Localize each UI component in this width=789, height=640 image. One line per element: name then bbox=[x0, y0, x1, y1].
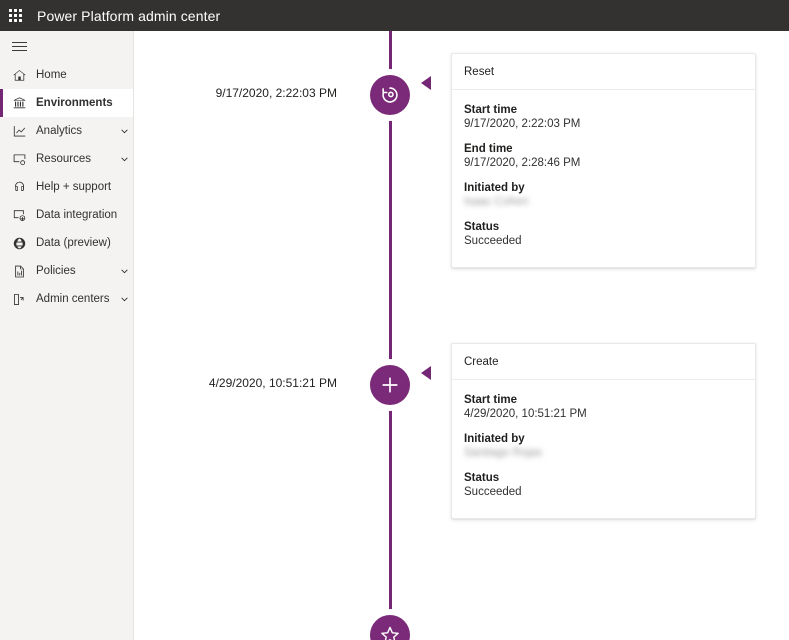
chevron-down-glyph bbox=[120, 127, 129, 136]
app-launcher-waffle-icon[interactable] bbox=[0, 0, 31, 31]
environments-icon bbox=[12, 95, 29, 111]
sidebar-item-data-preview[interactable]: Data (preview) bbox=[0, 229, 133, 257]
sidebar-item-help-support[interactable]: Help + support bbox=[0, 173, 133, 201]
timeline-panel: 9/17/2020, 2:22:03 PM Reset Start time 9/17… bbox=[135, 31, 789, 640]
card-field-label: Start time bbox=[464, 394, 518, 406]
sidebar-item-label: Data (preview) bbox=[36, 237, 111, 249]
card-title: Reset bbox=[452, 54, 755, 90]
card-field-label: End time bbox=[464, 143, 513, 155]
analytics-chart-icon bbox=[12, 123, 29, 139]
policies-document-icon bbox=[12, 263, 29, 279]
headset-help-icon bbox=[12, 180, 27, 195]
timeline-card-pointer-arrow bbox=[421, 76, 431, 90]
sidebar-item-analytics[interactable]: Analytics bbox=[0, 117, 133, 145]
sidebar-item-data-integration[interactable]: Data integration bbox=[0, 201, 133, 229]
chevron-down-glyph bbox=[120, 267, 129, 276]
card-field-label: Initiated by bbox=[464, 182, 525, 194]
card-field-value: 9/17/2020, 2:22:03 PM bbox=[464, 118, 581, 130]
chevron-down-glyph bbox=[120, 295, 129, 304]
chevron-down-glyph bbox=[120, 155, 129, 164]
timeline-timestamp-label: 4/29/2020, 10:51:21 PM bbox=[208, 376, 337, 390]
sidebar-item-policies[interactable]: Policies bbox=[0, 257, 133, 285]
card-body: Start time 9/17/2020, 2:22:03 PM End time 9… bbox=[452, 90, 755, 267]
plus-create-icon bbox=[379, 374, 401, 396]
timeline-card-pointer-arrow bbox=[421, 366, 431, 380]
card-field-value: Isaac Cohen bbox=[464, 196, 529, 208]
chevron-down-icon[interactable] bbox=[115, 295, 133, 304]
sidebar-item-resources[interactable]: Resources bbox=[0, 145, 133, 173]
sidebar-item-label: Resources bbox=[36, 153, 91, 165]
sidebar-item-label: Home bbox=[36, 69, 67, 81]
sidebar-item-label: Policies bbox=[36, 265, 76, 277]
hamburger-menu-icon[interactable] bbox=[0, 31, 133, 61]
sidebar-item-label: Help + support bbox=[36, 181, 112, 193]
card-field-status: Status Succeeded bbox=[464, 221, 743, 247]
card-field-label: Status bbox=[464, 472, 500, 484]
policies-document-icon bbox=[12, 264, 27, 279]
analytics-chart-icon bbox=[12, 124, 27, 139]
timeline-card-reset[interactable]: Reset Start time 9/17/2020, 2:22:03 PM End … bbox=[451, 53, 756, 268]
sidebar-item-environments[interactable]: Environments bbox=[0, 89, 133, 117]
reset-circular-arrow-icon bbox=[370, 75, 410, 115]
sidebar-nav-list: Home Environments Analytics Resources Help +… bbox=[0, 61, 133, 313]
sidebar-item-label: Analytics bbox=[36, 125, 83, 137]
plus-create-icon bbox=[370, 365, 410, 405]
star-outline-icon bbox=[379, 624, 401, 640]
card-field-initiated-by: Initiated by Santiago Rojas bbox=[464, 433, 743, 459]
headset-help-icon bbox=[12, 179, 29, 195]
data-integration-icon bbox=[12, 207, 29, 223]
chevron-down-icon[interactable] bbox=[115, 155, 133, 164]
card-field-value: 4/29/2020, 10:51:21 PM bbox=[464, 408, 587, 420]
environments-icon bbox=[12, 96, 27, 111]
sidebar: Home Environments Analytics Resources Help +… bbox=[0, 31, 134, 640]
resources-icon bbox=[12, 152, 27, 167]
card-field-value: Succeeded bbox=[464, 486, 522, 498]
sidebar-item-label: Admin centers bbox=[36, 293, 110, 305]
card-field-label: Status bbox=[464, 221, 500, 233]
reset-circular-arrow-icon bbox=[379, 84, 401, 106]
card-field-value: Succeeded bbox=[464, 235, 522, 247]
card-field-start-time: Start time 4/29/2020, 10:51:21 PM bbox=[464, 394, 743, 420]
timeline-node-create[interactable] bbox=[355, 350, 425, 420]
card-field-label: Start time bbox=[464, 104, 518, 116]
card-field-start-time: Start time 9/17/2020, 2:22:03 PM bbox=[464, 104, 743, 130]
timeline-end-marker[interactable] bbox=[355, 600, 425, 640]
sidebar-item-admin-centers[interactable]: Admin centers bbox=[0, 285, 133, 313]
chevron-down-icon[interactable] bbox=[115, 267, 133, 276]
timeline-card-create[interactable]: Create Start time 4/29/2020, 10:51:21 PM In… bbox=[451, 343, 756, 519]
card-field-initiated-by: Initiated by Isaac Cohen bbox=[464, 182, 743, 208]
home-icon bbox=[12, 67, 29, 83]
sidebar-item-label: Environments bbox=[36, 97, 113, 109]
sidebar-item-home[interactable]: Home bbox=[0, 61, 133, 89]
card-title: Create bbox=[452, 344, 755, 380]
resources-icon bbox=[12, 151, 29, 167]
card-field-value: Santiago Rojas bbox=[464, 447, 542, 459]
card-field-label: Initiated by bbox=[464, 433, 525, 445]
data-integration-icon bbox=[12, 208, 27, 223]
card-body: Start time 4/29/2020, 10:51:21 PM Initiate… bbox=[452, 380, 755, 518]
chevron-down-icon[interactable] bbox=[115, 127, 133, 136]
data-globe-icon bbox=[12, 235, 29, 251]
home-icon bbox=[12, 68, 27, 83]
top-bar: Power Platform admin center bbox=[0, 0, 789, 31]
timeline-node-reset[interactable] bbox=[355, 60, 425, 130]
timeline-timestamp-label: 9/17/2020, 2:22:03 PM bbox=[215, 86, 337, 100]
card-field-value: 9/17/2020, 2:28:46 PM bbox=[464, 157, 581, 169]
card-field-end-time: End time 9/17/2020, 2:28:46 PM bbox=[464, 143, 743, 169]
admin-centers-icon bbox=[12, 292, 27, 307]
card-field-status: Status Succeeded bbox=[464, 472, 743, 498]
app-title: Power Platform admin center bbox=[37, 7, 221, 24]
data-globe-icon bbox=[12, 236, 27, 251]
sidebar-item-label: Data integration bbox=[36, 209, 118, 221]
admin-centers-icon bbox=[12, 291, 29, 307]
